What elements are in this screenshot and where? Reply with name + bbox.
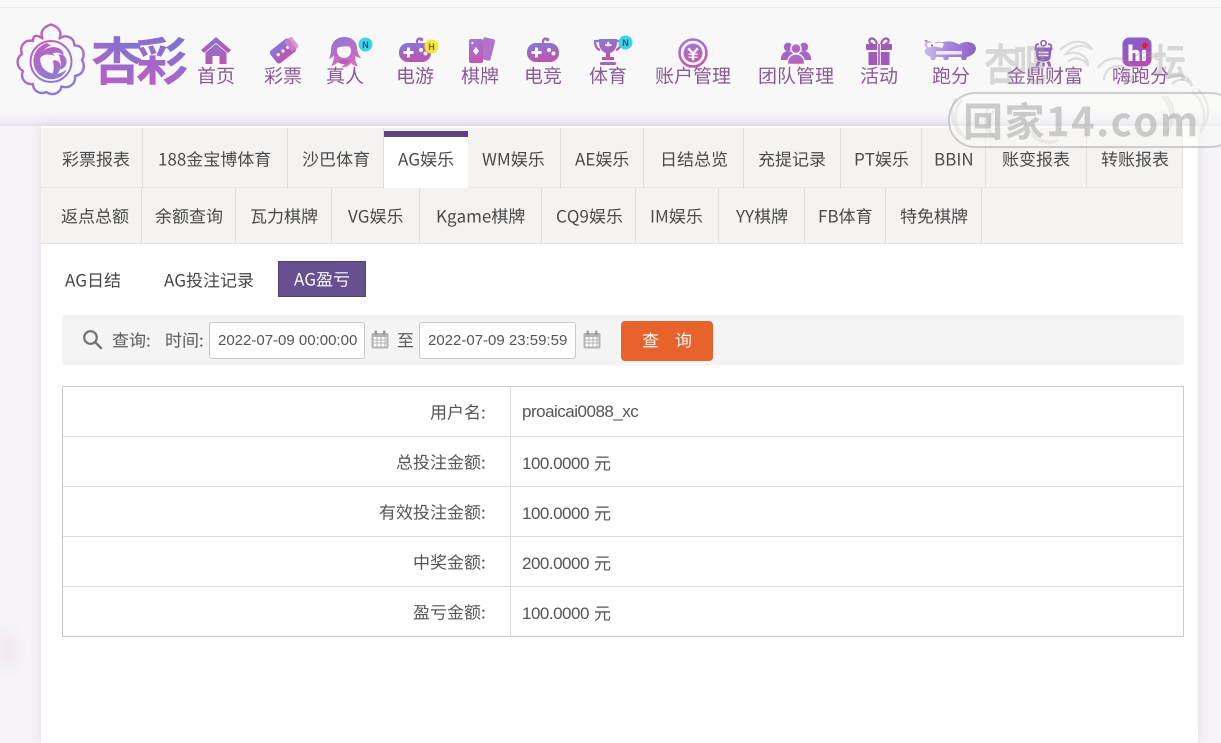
svg-text:N: N [622,38,629,48]
svg-text:N: N [362,40,369,50]
svg-text:H: H [428,42,435,52]
